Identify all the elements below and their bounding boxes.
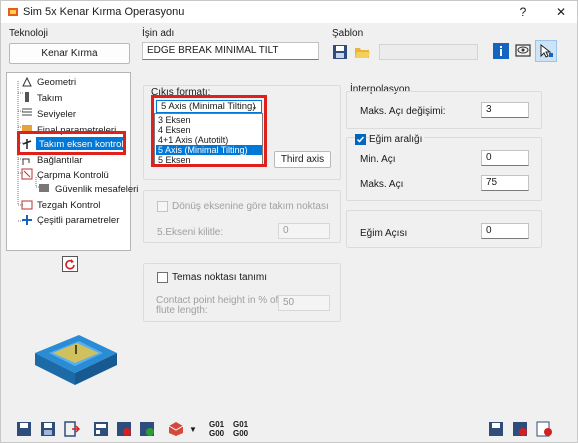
machine-control-icon — [21, 200, 33, 210]
tilt-range-checkbox[interactable] — [355, 134, 366, 145]
g01-g00-alt-button[interactable]: G01 G00 — [233, 420, 248, 438]
template-field[interactable] — [379, 44, 478, 60]
calculate-icon[interactable] — [93, 421, 109, 437]
min-angle-label: Min. Açı — [360, 154, 396, 165]
tree-item-collision-check[interactable]: Çarpma Kontrolü — [37, 170, 109, 181]
contact-checkbox-label: Temas noktası tanımı — [172, 272, 268, 283]
collision-icon — [21, 168, 33, 180]
contact-height-input[interactable]: 50 — [278, 295, 330, 311]
rotation-checkbox-label: Dönüş eksenine göre takım noktası — [172, 201, 329, 212]
calculate-remove-icon[interactable] — [116, 421, 132, 437]
preview-icon[interactable] — [515, 43, 531, 59]
dropdown-highlight-box — [151, 95, 267, 167]
job-name-label: İşin adı — [142, 28, 175, 39]
tree-item-tool[interactable]: Takım — [37, 93, 62, 104]
export-icon[interactable] — [64, 421, 80, 437]
info-icon[interactable] — [493, 43, 509, 59]
check-icon — [356, 136, 365, 143]
cursor-icon — [540, 43, 553, 58]
close-button[interactable]: ✕ — [551, 3, 571, 21]
geometry-icon — [22, 76, 32, 87]
new-icon[interactable] — [536, 421, 552, 437]
cursor-tool-toggle[interactable] — [535, 40, 557, 62]
g01-g00-button[interactable]: G01 G00 — [209, 420, 224, 438]
tree-item-safety-distances[interactable]: Güvenlik mesafeleri — [55, 184, 138, 195]
technology-button[interactable]: Kenar Kırma — [9, 43, 130, 64]
tree-item-levels[interactable]: Seviyeler — [37, 109, 76, 120]
safety-distance-icon — [39, 184, 49, 192]
chevron-down-icon[interactable]: ▼ — [189, 425, 197, 434]
tilt-angle-label: Eğim Açısı — [360, 228, 408, 239]
save-bottom-right-icon[interactable] — [488, 421, 504, 437]
delete-icon[interactable] — [512, 421, 528, 437]
app-icon — [8, 8, 18, 16]
tree-highlight-box — [17, 131, 126, 155]
save-icon[interactable] — [16, 421, 32, 437]
contact-checkbox[interactable] — [157, 272, 168, 283]
misc-params-icon — [22, 215, 32, 225]
tree-item-links[interactable]: Bağlantılar — [37, 155, 82, 166]
save-as-icon[interactable] — [40, 421, 56, 437]
rotation-checkbox[interactable] — [157, 201, 168, 212]
help-button[interactable]: ? — [513, 3, 533, 21]
tilt-range-label: Eğim aralığı — [369, 134, 425, 145]
calculate-add-icon[interactable] — [139, 421, 155, 437]
third-axis-button[interactable]: Third axis — [274, 151, 331, 168]
technology-label: Teknoloji — [9, 28, 48, 39]
open-folder-icon[interactable] — [354, 44, 371, 60]
parameter-tree: Geometri Takım Seviyeler Final parametre… — [6, 72, 138, 251]
refresh-button[interactable] — [62, 256, 78, 272]
lock-axis-label: 5.Ekseni kilitle: — [157, 227, 224, 238]
tree-item-misc-params[interactable]: Çeşitli parametreler — [37, 215, 119, 226]
tool-icon — [25, 92, 29, 102]
template-label: Şablon — [332, 28, 364, 39]
lock-axis-input[interactable]: 0 — [278, 223, 330, 239]
job-name-input[interactable]: EDGE BREAK MINIMAL TILT — [142, 42, 319, 60]
min-angle-input[interactable]: 0 — [481, 150, 529, 166]
window-title: Sim 5x Kenar Kırma Operasyonu — [23, 6, 185, 18]
tree-item-geometry[interactable]: Geometri — [37, 77, 76, 88]
max-angle-change-label: Maks. Açı değişimi: — [360, 106, 446, 117]
dialog-window: Sim 5x Kenar Kırma Operasyonu ? ✕ Teknol… — [0, 0, 578, 443]
stock-model-icon[interactable] — [168, 421, 184, 437]
tilt-range-group — [346, 137, 542, 201]
save-icon[interactable] — [332, 44, 348, 60]
max-angle-change-input[interactable]: 3 — [481, 102, 529, 118]
title-bar: Sim 5x Kenar Kırma Operasyonu ? ✕ — [1, 1, 577, 23]
max-angle-label: Maks. Açı — [360, 179, 404, 190]
levels-icon — [22, 108, 32, 116]
refresh-icon — [65, 259, 75, 270]
links-icon — [22, 158, 30, 165]
tool-preview-image — [35, 335, 117, 385]
tilt-angle-input[interactable]: 0 — [481, 223, 529, 239]
contact-height-label-line2: flute length: — [156, 305, 208, 316]
max-angle-input[interactable]: 75 — [481, 175, 529, 191]
tree-item-machine-control[interactable]: Tezgah Kontrol — [37, 200, 100, 211]
